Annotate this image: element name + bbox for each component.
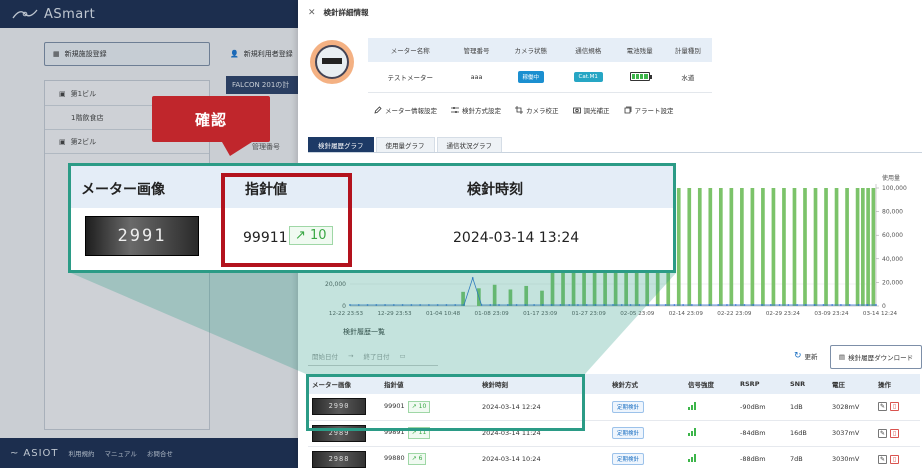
zoom-meter-image: 2991 (85, 216, 199, 256)
zoomed-row-panel: メーター画像 指針値 検針時刻 2991 99911 ↗ 10 2024-03-… (68, 163, 676, 273)
confirm-callout: 確認 (152, 96, 270, 156)
zoom-col-image: メーター画像 (81, 182, 165, 198)
zoom-header: メーター画像 指針値 検針時刻 (71, 166, 673, 208)
zoom-reading-time: 2024-03-14 13:24 (453, 230, 580, 246)
reading-value-highlight (221, 173, 352, 267)
zoom-col-time: 検針時刻 (467, 182, 523, 198)
